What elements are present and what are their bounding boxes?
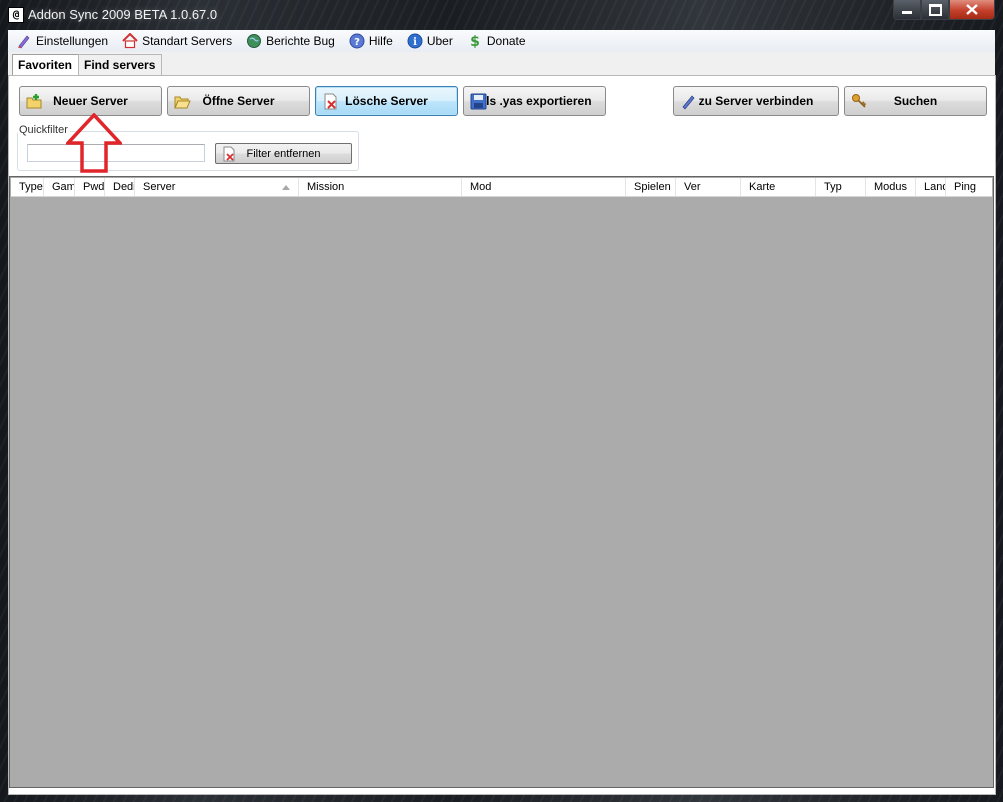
tab-strip: Favoriten Find servers xyxy=(12,54,163,77)
quickfilter-label: Quickfilter xyxy=(18,124,70,136)
menu-item-hilfe[interactable]: ? Hilfe xyxy=(341,30,399,52)
clear-filter-icon xyxy=(223,146,235,162)
favoriten-tab-page: Neuer Server Öffne Server Lösche Server … xyxy=(8,75,996,795)
new-folder-icon xyxy=(26,94,42,109)
annotation-up-arrow xyxy=(66,113,122,173)
pencil-icon xyxy=(16,33,32,49)
maximize-icon xyxy=(928,3,942,16)
column-header-mode[interactable]: Modus xyxy=(866,178,916,196)
column-header-server[interactable]: Server xyxy=(135,178,299,196)
column-header-type[interactable]: Type xyxy=(11,178,44,196)
menu-item-standart-servers[interactable]: Standart Servers xyxy=(114,30,238,52)
app-icon: @ xyxy=(8,7,24,23)
svg-text:?: ? xyxy=(354,37,360,48)
window-title: Addon Sync 2009 BETA 1.0.67.0 xyxy=(28,7,218,22)
menu-item-donate[interactable]: $ Donate xyxy=(459,30,532,52)
connect-server-button[interactable]: zu Server verbinden xyxy=(673,86,839,116)
tab-find-servers[interactable]: Find servers xyxy=(78,54,163,76)
delete-server-button[interactable]: Lösche Server xyxy=(315,86,458,116)
caption-buttons xyxy=(893,0,995,20)
export-yas-label: Als .yas exportieren xyxy=(477,94,592,108)
column-header-map[interactable]: Karte xyxy=(741,178,816,196)
grid-body-empty[interactable] xyxy=(11,197,992,787)
column-header-server-label: Server xyxy=(143,181,176,193)
home-icon xyxy=(122,33,138,49)
open-folder-icon xyxy=(174,96,191,109)
new-server-button[interactable]: Neuer Server xyxy=(19,86,162,116)
close-icon xyxy=(966,4,978,15)
clear-filter-button[interactable]: Filter entfernen xyxy=(215,143,352,164)
server-list-grid[interactable]: Type Gam Pwd Dedi Server Mission Mod Spi… xyxy=(9,176,994,788)
menu-item-label: Einstellungen xyxy=(36,34,109,48)
minimize-icon xyxy=(902,11,912,14)
open-server-label: Öffne Server xyxy=(202,94,275,108)
column-header-game[interactable]: Gam xyxy=(44,178,75,196)
info-icon: i xyxy=(407,33,423,49)
search-label: Suchen xyxy=(893,94,938,108)
menubar: Einstellungen Standart Servers Berichte … xyxy=(8,30,995,52)
search-button[interactable]: Suchen xyxy=(844,86,987,116)
save-disk-icon xyxy=(470,93,487,110)
menu-item-label: Uber xyxy=(426,34,453,48)
delete-server-label: Lösche Server xyxy=(345,94,428,108)
client-area: Einstellungen Standart Servers Berichte … xyxy=(8,30,996,795)
menu-item-einstellungen[interactable]: Einstellungen xyxy=(8,30,114,52)
column-header-typ[interactable]: Typ xyxy=(816,178,866,196)
close-button[interactable] xyxy=(949,0,995,20)
column-header-country[interactable]: Land xyxy=(916,178,946,196)
pen-connect-icon xyxy=(682,95,695,110)
menu-item-label: Berichte Bug xyxy=(266,34,335,48)
column-header-ping[interactable]: Ping xyxy=(946,178,992,196)
title-bar[interactable]: @ Addon Sync 2009 BETA 1.0.67.0 xyxy=(0,0,1003,30)
new-server-label: Neuer Server xyxy=(53,94,128,108)
menu-item-label: Standart Servers xyxy=(142,34,233,48)
help-icon: ? xyxy=(349,33,365,49)
tab-favoriten[interactable]: Favoriten xyxy=(12,54,80,77)
key-icon xyxy=(852,94,867,108)
delete-document-icon xyxy=(324,93,337,110)
column-header-password[interactable]: Pwd xyxy=(75,178,105,196)
svg-text:i: i xyxy=(413,37,417,48)
maximize-button[interactable] xyxy=(921,0,949,20)
connect-server-label: zu Server verbinden xyxy=(698,94,814,108)
column-header-mod[interactable]: Mod xyxy=(462,178,626,196)
menu-item-berichte-bug[interactable]: Berichte Bug xyxy=(238,30,341,52)
sort-ascending-icon xyxy=(282,185,290,190)
menu-item-label: Hilfe xyxy=(368,34,393,48)
svg-text:$: $ xyxy=(470,34,480,49)
column-header-players[interactable]: Spielen xyxy=(626,178,676,196)
column-header-version[interactable]: Ver xyxy=(676,178,741,196)
open-server-button[interactable]: Öffne Server xyxy=(167,86,310,116)
export-yas-button[interactable]: Als .yas exportieren xyxy=(463,86,606,116)
minimize-button[interactable] xyxy=(893,0,921,20)
menu-item-uber[interactable]: i Uber xyxy=(399,30,459,52)
globe-icon xyxy=(246,33,262,49)
dollar-icon: $ xyxy=(467,33,483,49)
grid-header: Type Gam Pwd Dedi Server Mission Mod Spi… xyxy=(11,178,992,197)
clear-filter-label: Filter entfernen xyxy=(246,147,321,160)
menu-item-label: Donate xyxy=(486,34,526,48)
column-header-mission[interactable]: Mission xyxy=(299,178,462,196)
column-header-dedicated[interactable]: Dedi xyxy=(105,178,135,196)
